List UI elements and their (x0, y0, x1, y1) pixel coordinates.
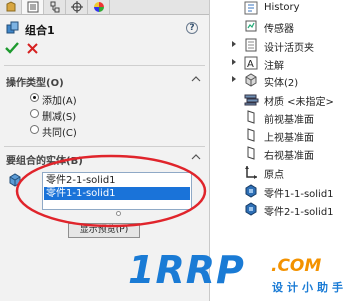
annotations-icon: A (244, 56, 258, 70)
feature-manager-tab[interactable] (0, 0, 22, 14)
tree-item-label: 注解 (264, 61, 284, 72)
expand-arrow-icon[interactable] (230, 75, 238, 83)
expand-arrow-icon[interactable] (230, 40, 238, 48)
tree-item-label: 实体(2) (264, 78, 299, 89)
body-feature-icon (245, 184, 257, 198)
manager-tab-bar (0, 0, 209, 15)
tree-item-label: 设计活页夹 (264, 43, 314, 54)
show-preview-button[interactable]: 显示预览(P) (68, 223, 140, 238)
tree-item-label: 传感器 (264, 24, 294, 35)
radio-subtract-label: 删减(S) (42, 112, 77, 123)
list-item[interactable]: 零件2-1-solid1 (44, 174, 190, 187)
feature-tree-icon (6, 1, 16, 12)
help-icon[interactable]: ? (186, 22, 198, 34)
divider (4, 146, 205, 147)
crosshair-icon (71, 1, 83, 13)
radio-add-button[interactable] (30, 93, 39, 102)
radio-subtract-button[interactable] (30, 109, 39, 118)
dim-xpert-tab[interactable] (66, 0, 88, 14)
plane-icon (247, 110, 255, 124)
plane-icon (247, 146, 255, 160)
display-manager-tab[interactable] (88, 0, 110, 14)
watermark-main-text: 1RRP (128, 248, 245, 292)
cancel-x-button[interactable] (27, 43, 38, 54)
body-feature-icon (245, 202, 257, 216)
watermark-logo: 1RRP .COM 设计小助手 (122, 248, 348, 298)
plane-icon (247, 128, 255, 142)
operation-type-label: 操作类型(O) (6, 78, 64, 89)
bodies-to-combine-label: 要组合的实体(B) (6, 156, 83, 167)
ok-checkmark-button[interactable] (5, 42, 19, 54)
tree-item-label: 零件1-1-solid1 (264, 189, 334, 200)
combine-feature-icon (6, 21, 19, 34)
list-resize-handle[interactable] (116, 211, 121, 216)
bodies-to-combine-header[interactable]: 要组合的实体(B) (4, 150, 205, 167)
list-item-selected[interactable]: 零件1-1-solid1 (44, 187, 190, 200)
expand-arrow-icon[interactable] (230, 58, 238, 66)
radio-add-label: 添加(A) (42, 96, 77, 107)
design-binder-icon (245, 38, 257, 52)
solid-body-icon (9, 173, 21, 187)
color-wheel-icon (94, 2, 104, 12)
divider (4, 65, 205, 66)
tree-item-label: History (264, 2, 300, 13)
property-manager-tab[interactable] (22, 0, 44, 14)
tree-item-label: 前视基准面 (264, 115, 314, 126)
page-title: 组合1 (25, 24, 55, 37)
history-icon (244, 1, 258, 15)
configuration-icon (50, 1, 60, 13)
property-list-icon (27, 1, 39, 13)
svg-text:A: A (247, 59, 254, 70)
solid-bodies-icon (245, 73, 257, 87)
origin-icon (245, 166, 257, 179)
chevron-up-icon (191, 76, 201, 82)
tree-item-label: 材质 <未指定> (264, 97, 334, 108)
configuration-manager-tab[interactable] (44, 0, 66, 14)
tree-item-label: 零件2-1-solid1 (264, 207, 334, 218)
tree-item-label: 上视基准面 (264, 133, 314, 144)
operation-type-header[interactable]: 操作类型(O) (4, 72, 205, 89)
feature-title-row: 组合1 ? (0, 16, 209, 40)
chevron-up-icon (191, 154, 201, 160)
sensors-icon (245, 20, 257, 32)
radio-common-label: 共同(C) (42, 128, 77, 139)
radio-common-button[interactable] (30, 125, 39, 134)
tree-item-label: 右视基准面 (264, 151, 314, 162)
watermark-com-text: .COM (271, 256, 322, 276)
bodies-selection-list[interactable]: 零件2-1-solid1 零件1-1-solid1 (42, 172, 192, 210)
tree-item-label: 原点 (264, 170, 284, 181)
watermark-subtitle: 设计小助手 (272, 281, 347, 294)
material-icon (244, 94, 259, 106)
